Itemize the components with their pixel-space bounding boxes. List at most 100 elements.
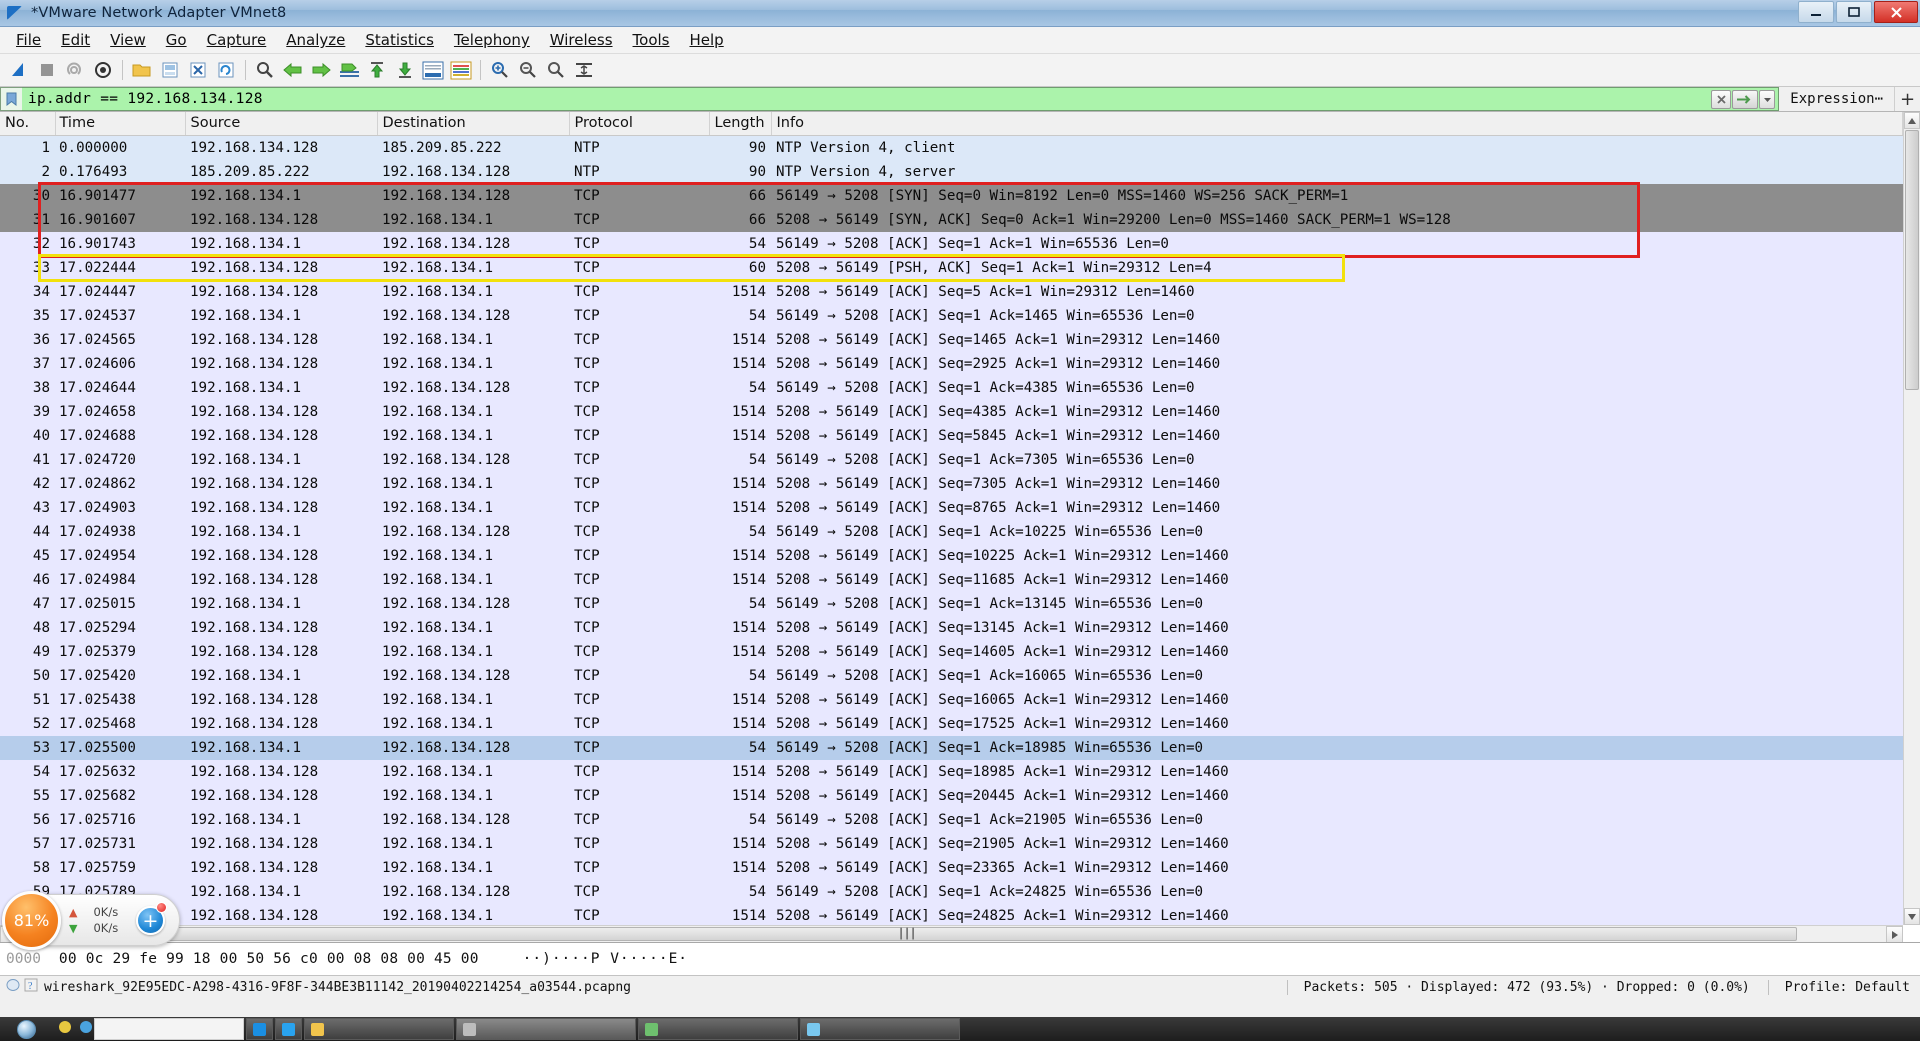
display-filter-input[interactable]	[28, 91, 1712, 107]
maximize-button[interactable]	[1836, 1, 1872, 23]
table-row[interactable]: 49 17.025379 192.168.134.128 192.168.134.1 T…	[0, 640, 1903, 664]
bookmark-icon[interactable]	[0, 87, 22, 111]
table-row[interactable]: 37 17.024606 192.168.134.128 192.168.134.1 T…	[0, 352, 1903, 376]
menu-capture[interactable]: Capture	[197, 28, 277, 52]
menu-tools[interactable]: Tools	[623, 28, 680, 52]
column-header-destination[interactable]: Destination	[377, 112, 570, 136]
taskbar-window-1[interactable]	[94, 1018, 244, 1040]
go-forward-icon[interactable]	[307, 57, 335, 83]
go-back-icon[interactable]	[279, 57, 307, 83]
scroll-up-arrow-icon[interactable]	[1904, 112, 1920, 129]
menu-statistics[interactable]: Statistics	[355, 28, 444, 52]
table-row[interactable]: 30 16.901477 192.168.134.1 192.168.134.128 T…	[0, 184, 1903, 208]
network-speed-widget[interactable]: 81% ▲ 0K/s ▼ 0K/s +	[2, 891, 180, 950]
add-filter-button[interactable]: +	[1894, 87, 1920, 111]
scroll-right-arrow-icon[interactable]	[1886, 926, 1903, 942]
table-row[interactable]: 39 17.024658 192.168.134.128 192.168.134.1 T…	[0, 400, 1903, 424]
reload-file-icon[interactable]	[212, 57, 240, 83]
table-row[interactable]: 34 17.024447 192.168.134.128 192.168.134.1 T…	[0, 280, 1903, 304]
menu-telephony[interactable]: Telephony	[444, 28, 540, 52]
taskbar-icon-2[interactable]	[79, 1020, 94, 1039]
start-capture-icon[interactable]	[5, 57, 33, 83]
zoom-in-icon[interactable]	[486, 57, 514, 83]
table-row[interactable]: 32 16.901743 192.168.134.1 192.168.134.128 T…	[0, 232, 1903, 256]
cpu-percent-badge[interactable]: 81%	[2, 891, 61, 950]
start-button[interactable]	[0, 1017, 52, 1041]
table-row[interactable]: 43 17.024903 192.168.134.128 192.168.134.1 T…	[0, 496, 1903, 520]
minimize-button[interactable]	[1798, 1, 1834, 23]
table-row[interactable]: 47 17.025015 192.168.134.1 192.168.134.128 T…	[0, 592, 1903, 616]
save-file-icon[interactable]	[156, 57, 184, 83]
table-row[interactable]: 57 17.025731 192.168.134.128 192.168.134.1 T…	[0, 832, 1903, 856]
display-filter-input-wrap[interactable]	[22, 87, 1712, 111]
close-button[interactable]	[1874, 1, 1918, 23]
table-row[interactable]: 5917.025789192.168.134.1192.168.134.128T…	[0, 880, 1903, 904]
table-row[interactable]: 48 17.025294 192.168.134.128 192.168.134.1 T…	[0, 616, 1903, 640]
table-row[interactable]: 35 17.024537 192.168.134.1 192.168.134.128 T…	[0, 304, 1903, 328]
close-file-icon[interactable]	[184, 57, 212, 83]
menu-view[interactable]: View	[100, 28, 156, 52]
table-row[interactable]: 46 17.024984 192.168.134.128 192.168.134.1 T…	[0, 568, 1903, 592]
table-row[interactable]: 51 17.025438 192.168.134.128 192.168.134.1 T…	[0, 688, 1903, 712]
scroll-down-arrow-icon[interactable]	[1904, 908, 1920, 925]
colorize-icon[interactable]	[447, 57, 475, 83]
taskbar-icon-1[interactable]	[58, 1020, 73, 1039]
table-row[interactable]: 31 16.901607 192.168.134.128 192.168.134.1 T…	[0, 208, 1903, 232]
table-row[interactable]: 54 17.025632 192.168.134.128 192.168.134.1 T…	[0, 760, 1903, 784]
hscroll-track[interactable]: ┃┃┃	[17, 927, 1886, 941]
taskbar-window-3[interactable]	[275, 1018, 302, 1040]
zoom-reset-icon[interactable]	[542, 57, 570, 83]
menu-edit[interactable]: Edit	[51, 28, 100, 52]
menu-file[interactable]: File	[6, 28, 51, 52]
table-row[interactable]: 44 17.024938 192.168.134.1 192.168.134.128 T…	[0, 520, 1903, 544]
table-row[interactable]: 55 17.025682 192.168.134.128 192.168.134.1 T…	[0, 784, 1903, 808]
table-row[interactable]: 53 17.025500 192.168.134.1 192.168.134.128 T…	[0, 736, 1903, 760]
menu-help[interactable]: Help	[679, 28, 733, 52]
profile-label[interactable]: Profile: Default	[1767, 979, 1920, 995]
table-row[interactable]: 45 17.024954 192.168.134.128 192.168.134.1 T…	[0, 544, 1903, 568]
hscroll-thumb[interactable]: ┃┃┃	[17, 927, 1797, 941]
go-first-packet-icon[interactable]	[363, 57, 391, 83]
go-to-packet-icon[interactable]	[335, 57, 363, 83]
taskbar-window-2[interactable]	[246, 1018, 273, 1040]
go-last-packet-icon[interactable]	[391, 57, 419, 83]
table-row[interactable]: 1 0.000000 192.168.134.128 185.209.85.222 NT…	[0, 135, 1903, 160]
table-row[interactable]: 42 17.024862 192.168.134.128 192.168.134.1 T…	[0, 472, 1903, 496]
taskbar-window-4[interactable]	[304, 1018, 454, 1040]
column-header-info[interactable]: Info	[771, 112, 1903, 136]
taskbar-window-7[interactable]	[800, 1018, 960, 1040]
menu-wireless[interactable]: Wireless	[540, 28, 623, 52]
capture-options-icon[interactable]	[89, 57, 117, 83]
packet-list-pane[interactable]: No. Time Source Destination Protocol Len…	[0, 112, 1920, 942]
packet-list-vscrollbar[interactable]	[1903, 112, 1920, 925]
vscroll-thumb[interactable]	[1905, 130, 1919, 390]
column-header-time[interactable]: Time	[55, 112, 186, 136]
table-row[interactable]: 56 17.025716 192.168.134.1 192.168.134.128 T…	[0, 808, 1903, 832]
column-header-source[interactable]: Source	[185, 112, 378, 136]
open-file-icon[interactable]	[128, 57, 156, 83]
table-row[interactable]: 52 17.025468 192.168.134.128 192.168.134.1 T…	[0, 712, 1903, 736]
table-row[interactable]: 2 0.176493 185.209.85.222 192.168.134.128 NT…	[0, 160, 1903, 184]
taskbar-window-6[interactable]	[638, 1018, 798, 1040]
filter-dropdown-button[interactable]	[1759, 89, 1776, 109]
column-header-length[interactable]: Length	[709, 112, 772, 136]
find-packet-icon[interactable]	[251, 57, 279, 83]
column-header-no[interactable]: No.	[0, 112, 56, 136]
table-row[interactable]: 36 17.024565 192.168.134.128 192.168.134.1 T…	[0, 328, 1903, 352]
column-header-protocol[interactable]: Protocol	[569, 112, 710, 136]
table-row[interactable]: 33 17.022444 192.168.134.128 192.168.134.1 T…	[0, 256, 1903, 280]
table-row[interactable]: 58 17.025759 192.168.134.128 192.168.134.1 T…	[0, 856, 1903, 880]
packet-list-hscrollbar[interactable]: ┃┃┃	[0, 925, 1903, 942]
menu-analyze[interactable]: Analyze	[276, 28, 355, 52]
zoom-out-icon[interactable]	[514, 57, 542, 83]
stop-capture-icon[interactable]	[33, 57, 61, 83]
clear-filter-button[interactable]	[1711, 89, 1732, 109]
table-row[interactable]: 41 17.024720 192.168.134.1 192.168.134.128 T…	[0, 448, 1903, 472]
taskbar-window-wireshark[interactable]	[456, 1018, 636, 1040]
table-row[interactable]: 40 17.024688 192.168.134.128 192.168.134.1 T…	[0, 424, 1903, 448]
resize-columns-icon[interactable]	[570, 57, 598, 83]
restart-capture-icon[interactable]	[61, 57, 89, 83]
packet-bytes-pane[interactable]: 0000 00 0c 29 fe 99 18 00 50 56 c0 00 08…	[0, 942, 1920, 975]
filter-expression-button[interactable]: Expression⋯	[1779, 87, 1894, 111]
apply-filter-button[interactable]	[1732, 89, 1759, 109]
